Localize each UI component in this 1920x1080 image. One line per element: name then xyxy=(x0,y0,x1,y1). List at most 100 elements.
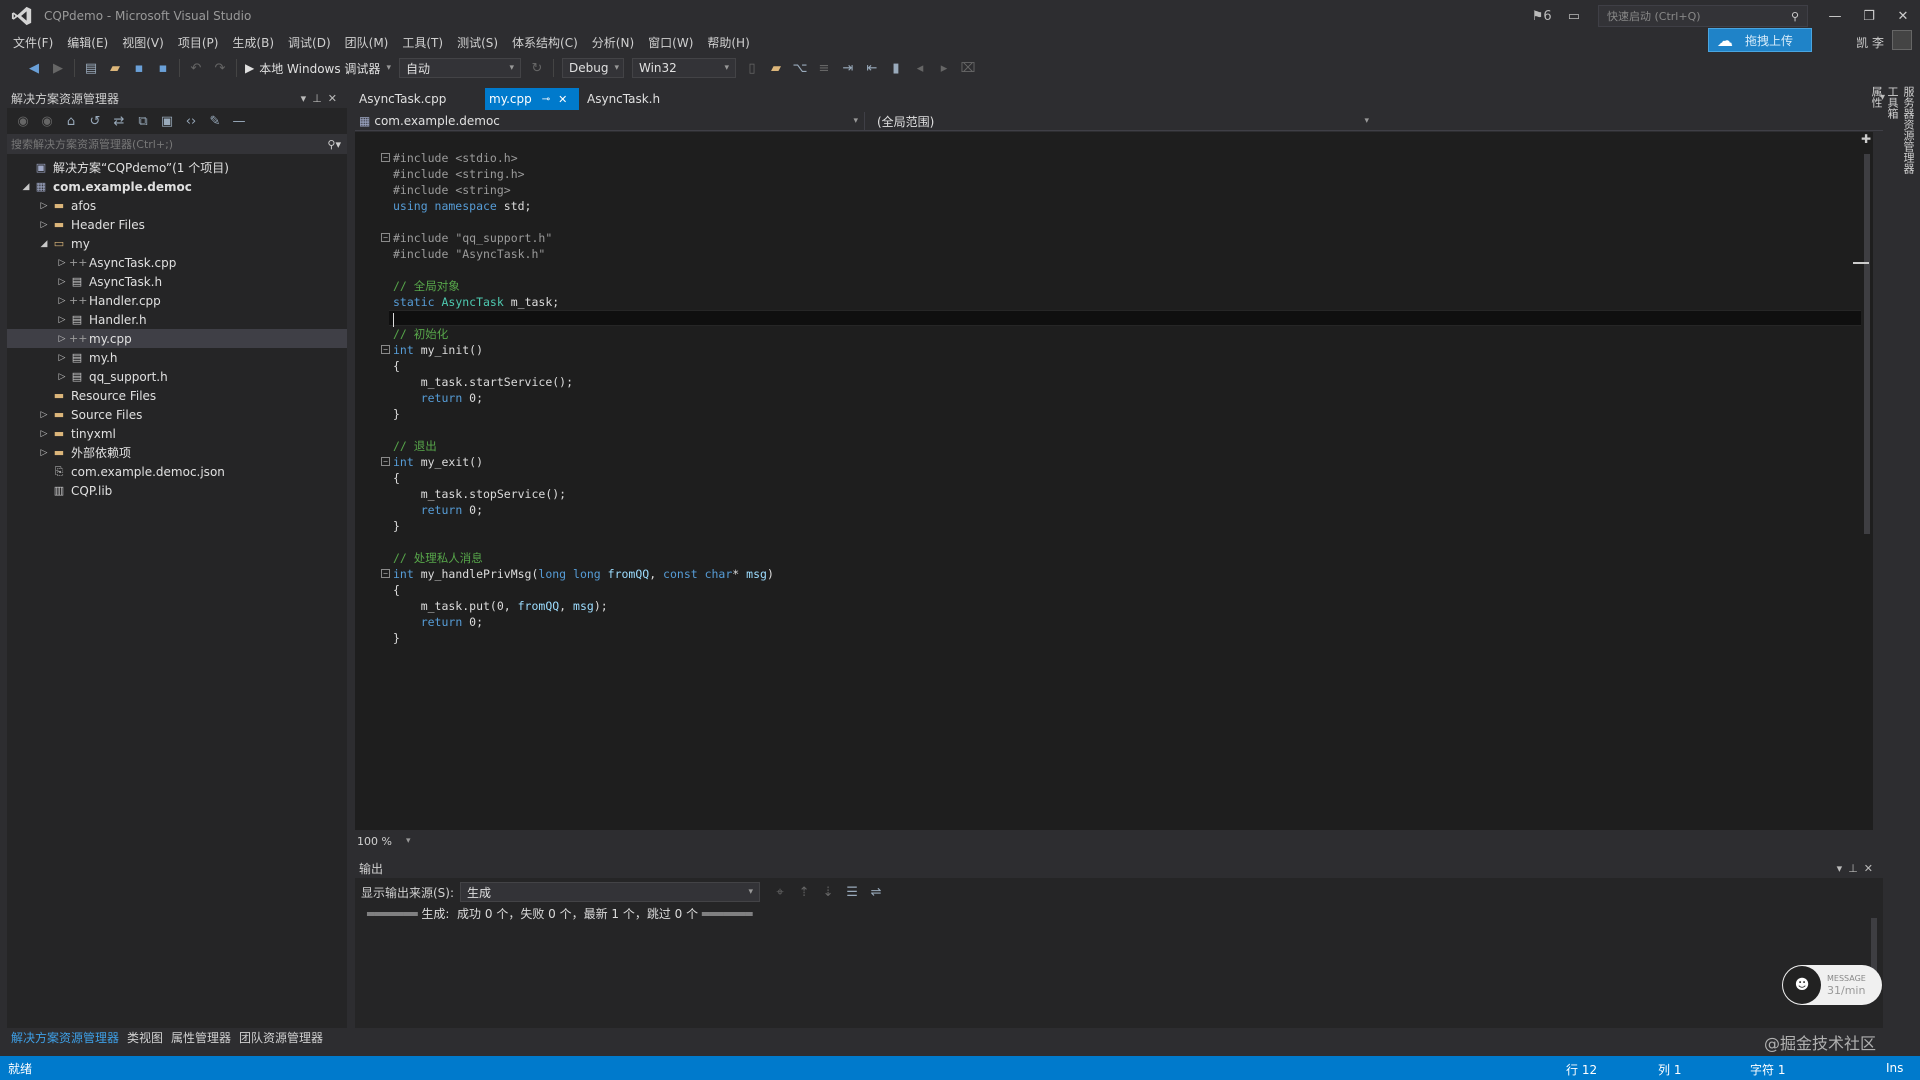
code-line[interactable] xyxy=(393,534,1867,550)
chevron-down-icon[interactable]: ▾ xyxy=(406,836,411,846)
code-line[interactable]: } xyxy=(393,630,1867,646)
expand-arrow-icon[interactable]: ◢ xyxy=(19,182,33,192)
close-tab-icon[interactable]: ✕ xyxy=(558,93,567,106)
zoom-level[interactable]: 100 % xyxy=(357,835,392,848)
forward-icon[interactable]: ▶ xyxy=(50,61,66,76)
code-line[interactable]: // 处理私人消息 xyxy=(393,550,1867,566)
tree-item[interactable]: ▷ ▬ Header Files xyxy=(7,215,347,234)
expand-arrow-icon[interactable]: ▷ xyxy=(37,220,51,230)
save-all-icon[interactable]: ▪ xyxy=(155,61,171,76)
code-line[interactable]: } xyxy=(393,406,1867,422)
clear-all-icon[interactable]: ☰ xyxy=(844,885,860,900)
editor-tab[interactable]: AsyncTask.h xyxy=(583,88,709,110)
tree-item[interactable]: ▷ ++ Handler.cpp xyxy=(7,291,347,310)
find-message-icon[interactable]: ⌖ xyxy=(772,885,788,900)
code-line[interactable]: m_task.stopService(); xyxy=(393,486,1867,502)
tree-item[interactable]: ▷ ▤ my.h xyxy=(7,348,347,367)
expand-arrow-icon[interactable]: ▷ xyxy=(37,429,51,439)
output-source-select[interactable]: 生成 ▾ xyxy=(460,882,761,902)
forward-icon[interactable]: ◉ xyxy=(39,114,55,129)
expand-arrow-icon[interactable]: ▷ xyxy=(37,201,51,211)
fold-toggle-icon[interactable]: − xyxy=(381,457,390,466)
code-line[interactable]: #include "AsyncTask.h" xyxy=(393,246,1867,262)
tree-item[interactable]: ▥ CQP.lib xyxy=(7,481,347,500)
tree-item[interactable]: ▷ ▤ qq_support.h xyxy=(7,367,347,386)
fold-toggle-icon[interactable]: − xyxy=(381,233,390,242)
tree-item[interactable]: ◢ ▭ my xyxy=(7,234,347,253)
code-line[interactable]: // 全局对象 xyxy=(393,278,1867,294)
history-icon[interactable]: ↺ xyxy=(87,114,103,129)
tree-item[interactable]: ▷ ▬ Source Files xyxy=(7,405,347,424)
code-line[interactable]: m_task.put(0, fromQQ, msg); xyxy=(393,598,1867,614)
code-line[interactable]: return 0; xyxy=(393,502,1867,518)
refresh-icon[interactable]: ↻ xyxy=(529,61,545,76)
side-tool-tab[interactable]: 属性 xyxy=(1868,86,1884,376)
close-window-button[interactable]: ✕ xyxy=(1886,9,1920,24)
collapse-all-icon[interactable]: ⧉ xyxy=(135,114,151,129)
code-line[interactable]: } xyxy=(393,518,1867,534)
menu-item[interactable]: 体系结构(C) xyxy=(505,34,585,51)
tree-item[interactable]: ▣ 解决方案“CQPdemo”(1 个项目) xyxy=(7,158,347,177)
code-line[interactable]: { xyxy=(393,582,1867,598)
tree-item[interactable]: ▷ ▬ 外部依赖项 xyxy=(7,443,347,462)
tree-item[interactable]: ◢ ▦ com.example.democ xyxy=(7,177,347,196)
menu-item[interactable]: 文件(F) xyxy=(6,34,60,51)
code-line[interactable]: #include <string> xyxy=(393,182,1867,198)
project-select[interactable]: ▦ com.example.democ ▾ xyxy=(355,111,865,131)
solution-config-icon[interactable]: ⌥ xyxy=(792,61,808,76)
menu-item[interactable]: 窗口(W) xyxy=(641,34,700,51)
expand-arrow-icon[interactable]: ▷ xyxy=(37,448,51,458)
expand-arrow-icon[interactable]: ▷ xyxy=(37,410,51,420)
indent-icon[interactable]: ⇥ xyxy=(840,61,856,76)
code-line[interactable]: − #include "qq_support.h" xyxy=(381,230,1867,246)
menu-item[interactable]: 视图(V) xyxy=(115,34,171,51)
pin-icon[interactable]: ⊥ xyxy=(1848,862,1864,875)
find-in-files-icon[interactable]: ▰ xyxy=(768,61,784,76)
scope-select[interactable]: (全局范围) ▾ xyxy=(865,112,1375,131)
run-mode-select[interactable]: 自动 ▾ xyxy=(398,58,521,78)
quick-launch-input[interactable]: 快速启动 (Ctrl+Q) ⚲ xyxy=(1598,5,1808,27)
show-all-files-icon[interactable]: ▣ xyxy=(159,114,175,129)
tree-item[interactable]: ▷ ▬ afos xyxy=(7,196,347,215)
code-line[interactable]: − int my_init() xyxy=(381,342,1867,358)
editor-tab[interactable]: my.cpp ⊸ ✕ xyxy=(485,88,579,110)
expand-arrow-icon[interactable]: ◢ xyxy=(37,239,51,249)
sync-icon[interactable]: ⇄ xyxy=(111,114,127,129)
code-lines[interactable]: − #include <stdio.h> #include <string.h> #i… xyxy=(381,150,1867,646)
menu-item[interactable]: 编辑(E) xyxy=(60,34,115,51)
menu-item[interactable]: 帮助(H) xyxy=(700,34,756,51)
undo-icon[interactable]: ↶ xyxy=(188,61,204,76)
code-line[interactable] xyxy=(393,214,1867,230)
back-icon[interactable]: ◀ xyxy=(26,61,42,76)
expand-arrow-icon[interactable]: ▷ xyxy=(55,315,69,325)
expand-arrow-icon[interactable]: ▷ xyxy=(55,372,69,382)
expand-arrow-icon[interactable]: ▷ xyxy=(55,353,69,363)
code-line[interactable]: − #include <stdio.h> xyxy=(381,150,1867,166)
next-message-icon[interactable]: ⇣ xyxy=(820,885,836,900)
dropdown-icon[interactable]: ▾ xyxy=(1837,862,1849,875)
attach-icon[interactable]: ▯ xyxy=(744,61,760,76)
pin-icon[interactable]: ⊸ xyxy=(542,94,550,105)
prev-message-icon[interactable]: ⇡ xyxy=(796,885,812,900)
code-line[interactable]: return 0; xyxy=(393,614,1867,630)
menu-item[interactable]: 项目(P) xyxy=(171,34,226,51)
open-file-icon[interactable]: ▰ xyxy=(107,61,123,76)
comment-icon[interactable]: ≡ xyxy=(816,61,832,76)
code-line[interactable] xyxy=(393,422,1867,438)
outdent-icon[interactable]: ⇤ xyxy=(864,61,880,76)
pin-icon[interactable]: ⊥ xyxy=(312,92,328,105)
start-debugging-button[interactable]: ▶ 本地 Windows 调试器 ▾ xyxy=(245,60,391,77)
menu-item[interactable]: 测试(S) xyxy=(450,34,505,51)
code-line[interactable] xyxy=(393,262,1867,278)
tree-item[interactable]: ▬ Resource Files xyxy=(7,386,347,405)
side-tool-tab[interactable]: 工具箱 xyxy=(1884,86,1900,376)
expand-arrow-icon[interactable]: ▷ xyxy=(55,296,69,306)
preview-icon[interactable]: — xyxy=(231,114,247,129)
tab-0[interactable]: 解决方案资源管理器 xyxy=(7,1029,123,1046)
user-name[interactable]: 凯 李 xyxy=(1856,34,1884,51)
close-icon[interactable]: ✕ xyxy=(1864,862,1879,875)
code-line[interactable]: { xyxy=(393,470,1867,486)
tree-item[interactable]: ▷ ++ my.cpp xyxy=(7,329,347,348)
code-line[interactable]: #include <string.h> xyxy=(393,166,1867,182)
view-code-icon[interactable]: ‹› xyxy=(183,114,199,129)
